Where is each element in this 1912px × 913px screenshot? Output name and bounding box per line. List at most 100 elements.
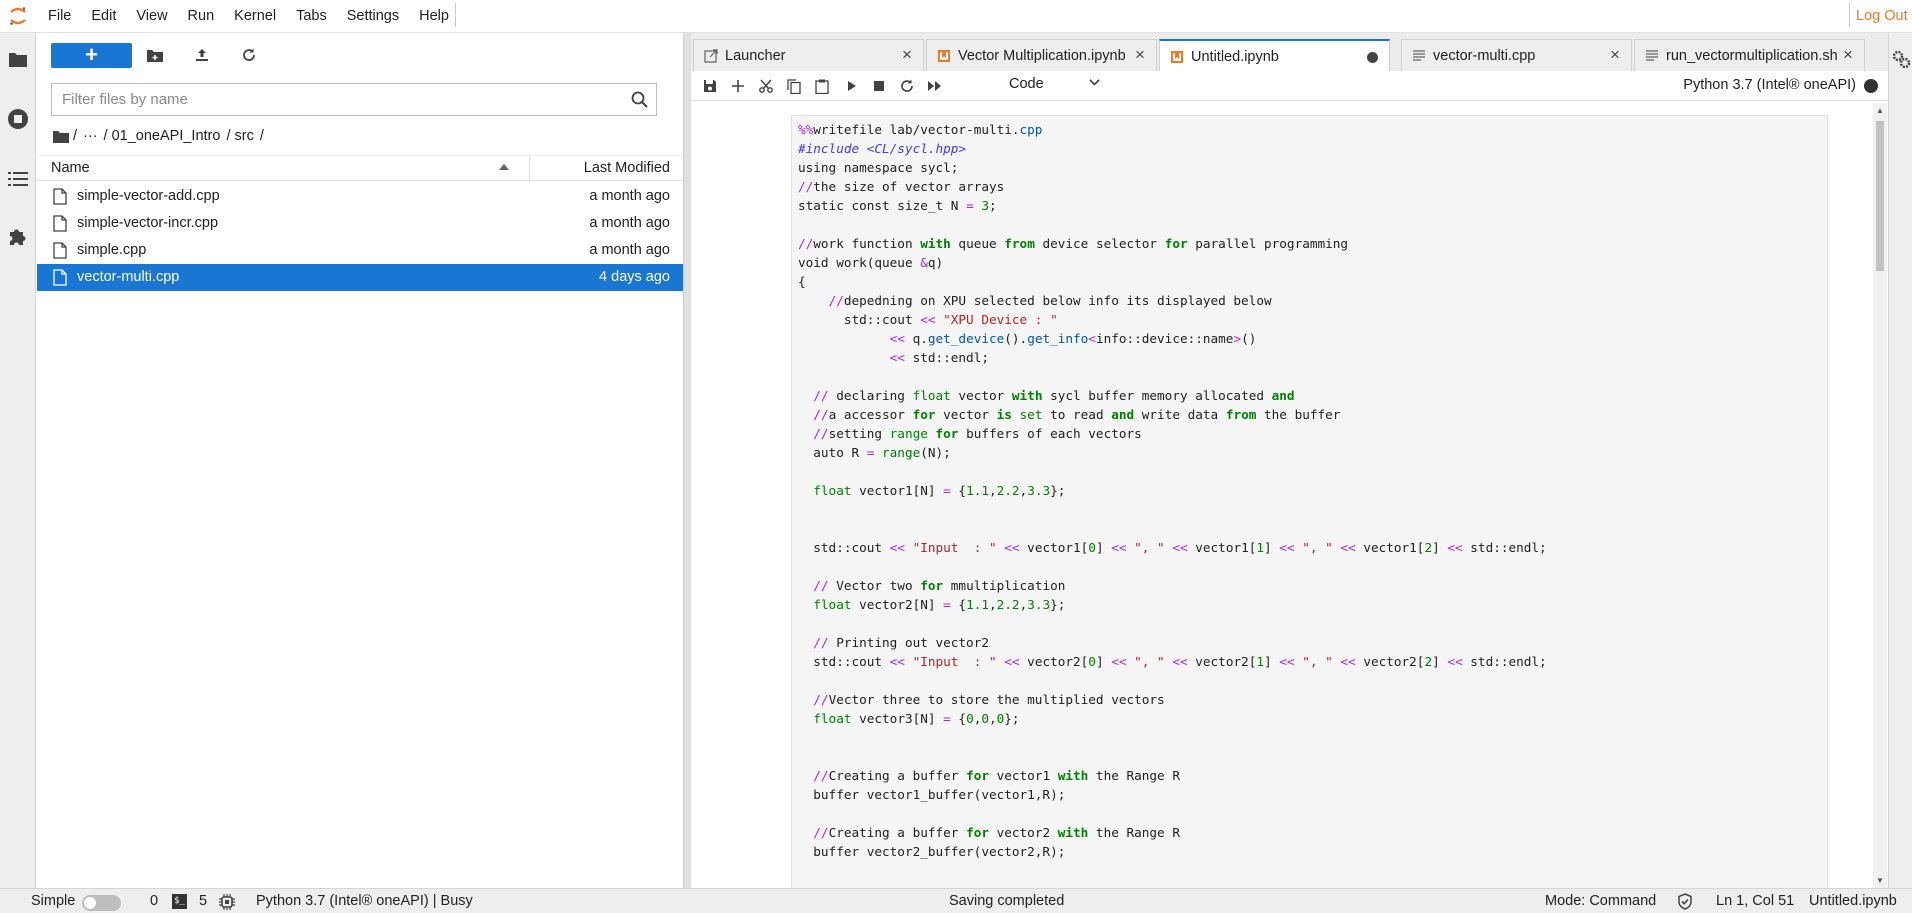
notebook-scrollbar[interactable]: ▲ ▼ — [1873, 103, 1887, 888]
scroll-up-icon[interactable]: ▲ — [1876, 106, 1884, 115]
file-icon — [53, 242, 67, 259]
tab-vector-multiplication-ipynb[interactable]: Vector Multiplication.ipynb × — [926, 39, 1157, 71]
notebook-icon — [1171, 50, 1183, 63]
terminal-count[interactable]: 0 — [150, 893, 158, 909]
insert-cell-icon[interactable] — [727, 76, 749, 96]
running-sessions-icon[interactable] — [6, 107, 30, 131]
file-modified: a month ago — [589, 188, 670, 204]
tab-vector-multi-cpp[interactable]: vector-multi.cpp × — [1401, 39, 1632, 71]
sort-ascending-icon — [499, 164, 509, 170]
scroll-down-icon[interactable]: ▼ — [1876, 876, 1884, 885]
cut-icon[interactable] — [755, 76, 777, 96]
property-inspector-gear-icon[interactable] — [1891, 49, 1911, 69]
tab-run-vectormultiplication-sh[interactable]: run_vectormultiplication.sh × — [1634, 39, 1865, 71]
file-modified: a month ago — [589, 242, 670, 258]
left-activity-bar — [0, 33, 36, 888]
command-mode-status: Mode: Command — [1545, 893, 1657, 909]
unsaved-dot-icon[interactable] — [1367, 52, 1378, 63]
tab-label: run_vectormultiplication.sh — [1666, 47, 1838, 64]
column-header-last-modified[interactable]: Last Modified — [584, 160, 670, 176]
breadcrumb-src[interactable]: / src — [226, 128, 253, 144]
filter-files-input[interactable] — [52, 84, 612, 115]
kernel-busy-indicator-icon — [1864, 79, 1878, 93]
code-cell[interactable]: %%writefile lab/vector-multi.cpp #includ… — [791, 115, 1828, 888]
file-modified: 4 days ago — [599, 269, 670, 285]
run-all-icon[interactable] — [924, 76, 946, 96]
file-row-simple-vector-add[interactable]: simple-vector-add.cpp a month ago — [37, 183, 683, 210]
table-of-contents-icon[interactable] — [6, 167, 30, 191]
breadcrumb-ellipsis[interactable]: ··· — [83, 128, 98, 144]
notebook-toolbar: Code Python 3.7 (Intel® oneAPI) — [691, 71, 1888, 101]
top-menu-bar: File Edit View Run Kernel Tabs Settings … — [0, 0, 1912, 33]
tab-label: vector-multi.cpp — [1433, 47, 1536, 64]
file-row-vector-multi[interactable]: vector-multi.cpp 4 days ago — [37, 264, 683, 291]
breadcrumb-01-oneapi-intro[interactable]: / 01_oneAPI_Intro — [104, 128, 221, 144]
tab-label: Launcher — [725, 47, 786, 64]
run-icon[interactable] — [841, 76, 863, 96]
menu-tabs[interactable]: Tabs — [286, 0, 337, 33]
extensions-puzzle-icon[interactable] — [6, 225, 30, 249]
new-launcher-button[interactable]: + — [51, 43, 132, 68]
file-row-simple[interactable]: simple.cpp a month ago — [37, 237, 683, 264]
restart-kernel-icon[interactable] — [896, 76, 918, 96]
main-dock-area: Launcher × Vector Multiplication.ipynb ×… — [691, 33, 1888, 888]
current-filename: Untitled.ipynb — [1809, 893, 1897, 909]
simple-mode-toggle[interactable] — [82, 895, 121, 911]
chevron-down-icon[interactable] — [1089, 79, 1100, 86]
kernel-name[interactable]: Python 3.7 (Intel® oneAPI) — [1683, 77, 1856, 93]
panel-splitter[interactable] — [683, 33, 691, 888]
menu-run[interactable]: Run — [178, 0, 225, 33]
home-folder-icon[interactable] — [53, 130, 69, 143]
stop-icon[interactable] — [868, 76, 890, 96]
menu-edit[interactable]: Edit — [81, 0, 126, 33]
text-file-icon — [1646, 49, 1658, 61]
close-icon[interactable]: × — [899, 46, 915, 63]
close-icon[interactable]: × — [1607, 46, 1623, 63]
menu-settings[interactable]: Settings — [337, 0, 409, 33]
menu-kernel[interactable]: Kernel — [224, 0, 286, 33]
jupyter-logo-icon — [10, 7, 26, 25]
kernel-status[interactable]: Python 3.7 (Intel® oneAPI) | Busy — [256, 893, 473, 909]
scrollbar-thumb[interactable] — [1876, 121, 1884, 271]
kernel-chip-icon[interactable] — [219, 894, 235, 910]
file-name: simple-vector-incr.cpp — [77, 215, 219, 231]
file-name: simple-vector-add.cpp — [77, 188, 220, 204]
cursor-position[interactable]: Ln 1, Col 51 — [1716, 893, 1794, 909]
document-tab-bar: Launcher × Vector Multiplication.ipynb ×… — [691, 39, 1888, 72]
file-icon — [53, 215, 67, 232]
close-icon[interactable]: × — [1132, 46, 1148, 63]
close-icon[interactable]: × — [1840, 46, 1856, 63]
tab-untitled-ipynb[interactable]: Untitled.ipynb — [1159, 39, 1390, 72]
breadcrumb-root[interactable]: / — [73, 128, 77, 144]
copy-icon[interactable] — [783, 76, 805, 96]
file-modified: a month ago — [589, 215, 670, 231]
new-folder-icon[interactable] — [143, 43, 167, 67]
folder-icon[interactable] — [6, 47, 30, 71]
file-name: simple.cpp — [77, 242, 147, 258]
save-icon[interactable] — [699, 76, 721, 96]
notebook-panel: [4]: %%writefile lab/vector-multi.cpp #i… — [691, 101, 1888, 888]
text-file-icon — [1413, 49, 1425, 61]
column-divider[interactable] — [529, 156, 530, 182]
file-row-simple-vector-incr[interactable]: simple-vector-incr.cpp a month ago — [37, 210, 683, 237]
filter-files-box — [51, 83, 657, 116]
menu-help[interactable]: Help — [409, 0, 459, 33]
refresh-icon[interactable] — [237, 43, 261, 67]
upload-icon[interactable] — [190, 43, 214, 67]
menu-file[interactable]: File — [38, 0, 81, 33]
menu-divider — [455, 3, 456, 27]
file-listing-header: Name Last Modified — [37, 155, 683, 182]
trusted-shield-icon[interactable] — [1677, 893, 1693, 910]
notebook-icon — [938, 49, 950, 62]
tab-launcher[interactable]: Launcher × — [693, 39, 924, 71]
breadcrumb-trailing-slash: / — [259, 128, 264, 144]
terminal-icon[interactable]: $_ — [172, 894, 187, 909]
menu-view[interactable]: View — [126, 0, 177, 33]
logout-button[interactable]: Log Out — [1856, 0, 1912, 33]
code-editor[interactable]: %%writefile lab/vector-multi.cpp #includ… — [798, 120, 1547, 861]
column-header-name[interactable]: Name — [51, 160, 90, 176]
right-sidebar — [1888, 33, 1912, 888]
paste-icon[interactable] — [811, 76, 833, 96]
kernel-count[interactable]: 5 — [199, 893, 207, 909]
search-icon — [631, 91, 648, 108]
